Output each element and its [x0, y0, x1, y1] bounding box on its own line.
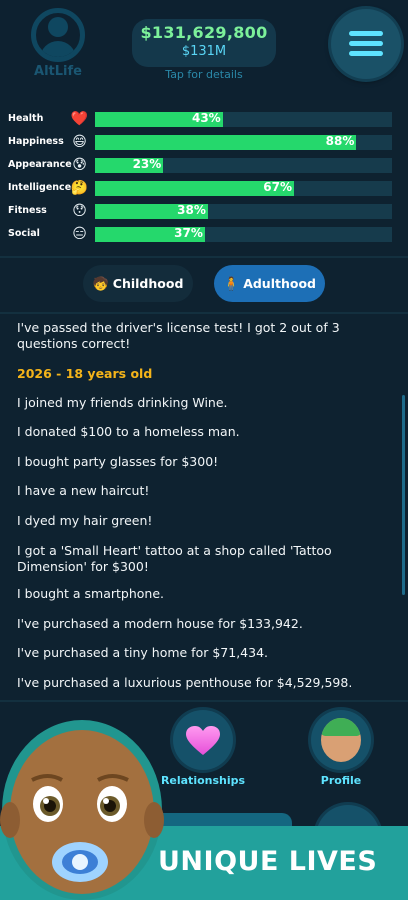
stat-bar: 43% [95, 111, 392, 127]
money-display[interactable]: $131,629,800 $131M [132, 19, 276, 67]
relationships-button[interactable] [173, 710, 233, 770]
stat-label: Happiness [8, 136, 64, 147]
person-logo-icon [31, 8, 85, 62]
stat-row-fitness[interactable]: Fitness 😯 38% [0, 202, 408, 221]
nav-profile[interactable]: Profile [286, 710, 396, 787]
log-entry: I've purchased a tiny home for $71,434. [17, 645, 269, 660]
stat-percent: 88% [325, 134, 355, 148]
stat-percent: 43% [191, 111, 221, 125]
life-event-log[interactable]: I've passed the driver's license test! I… [17, 320, 393, 698]
profile-avatar-icon [321, 718, 361, 762]
tap-for-details-hint[interactable]: Tap for details [132, 68, 276, 81]
stat-row-appearance[interactable]: Appearance 😰 23% [0, 156, 408, 175]
divider [0, 312, 408, 314]
top-bar: AltLife $131,629,800 $131M Tap for detai… [0, 0, 408, 100]
log-entry: I joined my friends drinking Wine. [17, 395, 228, 410]
log-entry: I've purchased a luxurious penthouse for… [17, 675, 353, 690]
logo-text: AltLife [34, 64, 82, 79]
heart-icon [186, 726, 220, 755]
stat-percent: 37% [174, 226, 203, 240]
log-entry: I bought party glasses for $300! [17, 454, 219, 469]
log-entry: I donated $100 to a homeless man. [17, 424, 240, 439]
stat-row-social[interactable]: Social 😑 37% [0, 225, 408, 244]
divider [0, 700, 408, 702]
grin-face-icon: 😄 [72, 134, 87, 150]
log-entry: I've passed the driver's license test! I… [17, 320, 340, 351]
hamburger-menu-icon [349, 31, 383, 36]
divider [0, 256, 408, 258]
log-entry: I bought a smartphone. [17, 586, 165, 601]
log-year-heading: 2026 - 18 years old [17, 366, 153, 381]
menu-button[interactable] [331, 9, 401, 79]
nav-profile-label: Profile [320, 774, 362, 787]
app-logo: AltLife [26, 8, 90, 86]
log-entry: I dyed my hair green! [17, 513, 153, 528]
hamburger-line [349, 51, 383, 56]
stat-bar: 88% [95, 134, 392, 150]
stat-bar-fill [95, 135, 357, 150]
stat-label: Intelligence [8, 182, 72, 193]
promo-text: UNIQUE LIVES [158, 846, 378, 877]
stats-panel: Health ❤️ 43% Happiness 😄 88% Appearance… [0, 106, 408, 256]
log-entry: I have a new haircut! [17, 483, 150, 498]
log-scrollbar[interactable] [402, 395, 405, 595]
tab-adulthood-label: Adulthood [243, 276, 316, 291]
baby-mascot-icon [0, 720, 164, 900]
stat-bar: 23% [95, 157, 392, 173]
stat-percent: 67% [263, 180, 292, 194]
profile-button[interactable] [311, 710, 371, 770]
money-short: $131M [181, 44, 227, 59]
log-entry: I've purchased a modern house for $133,9… [17, 616, 303, 631]
stat-bar: 38% [95, 203, 392, 219]
money-amount: $131,629,800 [140, 23, 268, 42]
surprised-face-icon: 😯 [72, 203, 87, 219]
tab-childhood[interactable]: 🧒 Childhood [83, 265, 193, 302]
stat-label: Appearance [8, 159, 72, 170]
tab-childhood-label: Childhood [112, 276, 184, 291]
anxious-face-icon: 😰 [72, 157, 87, 173]
stat-label: Social [8, 228, 40, 239]
heart-icon: ❤️ [70, 111, 89, 127]
stat-bar: 67% [95, 180, 392, 196]
expressionless-face-icon: 😑 [72, 226, 87, 242]
stat-percent: 23% [132, 157, 162, 171]
stat-row-intelligence[interactable]: Intelligence 🤔 67% [0, 179, 408, 198]
stat-row-happiness[interactable]: Happiness 😄 88% [0, 133, 408, 152]
thinking-face-icon: 🤔 [70, 180, 89, 196]
tab-adulthood[interactable]: 🧍 Adulthood [214, 265, 325, 302]
adult-figure-icon: 🧍 [223, 277, 240, 292]
hamburger-line [349, 41, 383, 46]
log-entry: I got a 'Small Heart' tattoo at a shop c… [17, 543, 332, 574]
stat-label: Health [8, 113, 44, 124]
stat-label: Fitness [8, 205, 47, 216]
child-figure-icon: 🧒 [92, 277, 109, 292]
stat-percent: 38% [177, 203, 206, 217]
stat-bar: 37% [95, 226, 392, 242]
green-hair [321, 718, 361, 736]
stat-row-health[interactable]: Health ❤️ 43% [0, 110, 408, 129]
